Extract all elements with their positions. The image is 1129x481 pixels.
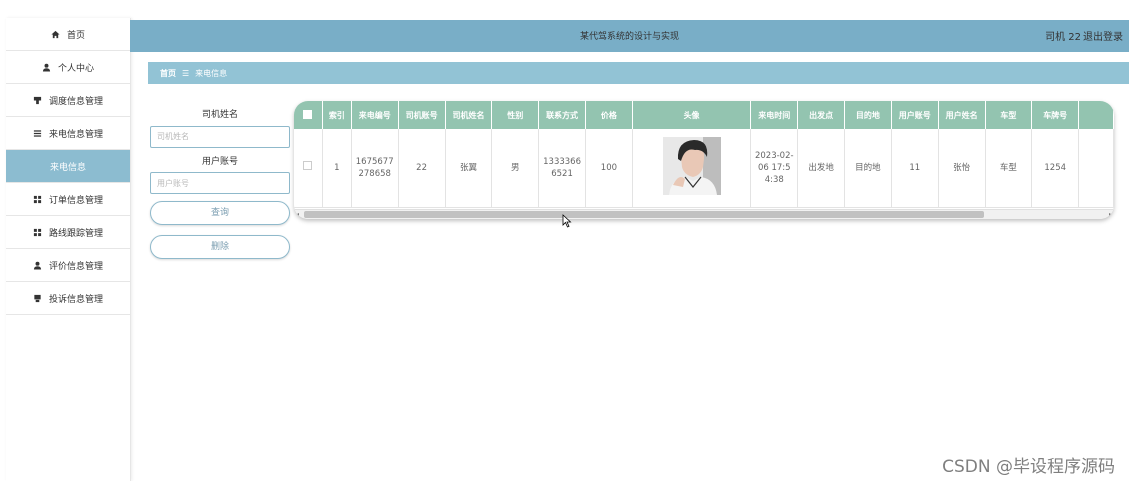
sidebar-item-complaint-manage[interactable]: 投诉信息管理 (6, 282, 130, 315)
user-icon (33, 260, 43, 270)
cell-car-model: 车型 (985, 129, 1033, 208)
cell-avatar (632, 129, 752, 208)
cell-driver-account: 22 (398, 129, 446, 208)
column-header: 头像 (632, 101, 752, 129)
scroll-right-icon[interactable]: ▸ (1109, 211, 1112, 218)
column-header: 用户姓名 (938, 101, 986, 129)
mouse-cursor-icon (562, 213, 572, 232)
dispatch-icon (33, 95, 43, 105)
print-icon (33, 293, 43, 303)
column-header: 来电编号 (351, 101, 399, 129)
sidebar-item-review-manage[interactable]: 评价信息管理 (6, 249, 130, 282)
table-header-row: 索引 来电编号 司机账号 司机姓名 性别 联系方式 价格 头像 来电时间 出发点… (294, 101, 1114, 129)
cell-destination: 目的地 (844, 129, 892, 208)
search-panel: 司机姓名 用户账号 查询 删除 (150, 104, 290, 259)
scroll-left-icon[interactable]: ◂ (296, 211, 299, 218)
column-header: 司机姓名 (445, 101, 493, 129)
sidebar-item-home[interactable]: 首页 (6, 18, 130, 51)
sidebar-item-label: 路线跟踪管理 (48, 228, 103, 239)
query-button[interactable]: 查询 (150, 201, 290, 225)
scroll-thumb[interactable] (304, 211, 984, 218)
column-header: 性别 (491, 101, 540, 129)
select-all-checkbox[interactable] (294, 101, 323, 129)
cell-price: 100 (585, 129, 633, 208)
sidebar-item-label: 投诉信息管理 (48, 294, 103, 305)
list-icon (33, 128, 43, 138)
column-header: 车牌号 (1031, 101, 1080, 129)
sidebar-item-profile[interactable]: 个人中心 (6, 51, 130, 84)
column-header: 出发点 (797, 101, 845, 129)
sidebar-item-label: 首页 (66, 30, 85, 41)
cell-departure: 出发地 (797, 129, 845, 208)
column-header: 索引 (322, 101, 352, 129)
table-row[interactable]: 1 1675677278658 22 张翼 男 13333666521 100 (294, 129, 1114, 208)
column-header: 车型 (985, 101, 1033, 129)
cell-user-name: 张怡 (938, 129, 986, 208)
sidebar-item-label: 来电信息 (49, 162, 86, 173)
sidebar-item-label: 个人中心 (57, 63, 94, 74)
breadcrumb-separator-icon: ☰ (182, 68, 190, 78)
sidebar-item-label: 来电信息管理 (48, 129, 103, 140)
breadcrumb: 首页 ☰ 来电信息 (148, 62, 1129, 84)
horizontal-scrollbar[interactable]: ◂ ▸ (294, 209, 1114, 219)
cell-index: 1 (322, 129, 352, 208)
grid-icon (33, 227, 43, 237)
data-table: 索引 来电编号 司机账号 司机姓名 性别 联系方式 价格 头像 来电时间 出发点… (294, 101, 1114, 219)
page-title: 某代驾系统的设计与实现 (579, 32, 679, 42)
avatar (662, 136, 721, 195)
user-icon (42, 62, 52, 72)
breadcrumb-home[interactable]: 首页 (160, 68, 176, 79)
sidebar-item-label: 订单信息管理 (48, 195, 103, 206)
user-account-input[interactable] (150, 172, 290, 194)
column-header: 联系方式 (538, 101, 586, 129)
column-header: 来电时间 (750, 101, 799, 129)
cell-phone: 13333666521 (538, 129, 586, 208)
sidebar-item-label: 评价信息管理 (48, 261, 103, 272)
sidebar-item-dispatch[interactable]: 调度信息管理 (6, 84, 130, 117)
column-header: 目的地 (844, 101, 892, 129)
sidebar-item-order-manage[interactable]: 订单信息管理 (6, 183, 130, 216)
driver-name-input[interactable] (150, 125, 290, 148)
top-bar: 某代驾系统的设计与实现 司机 22 退出登录 (130, 20, 1129, 52)
cell-driver-name: 张翼 (445, 129, 493, 208)
sidebar-item-call-manage[interactable]: 来电信息管理 (6, 117, 130, 150)
driver-name-label: 司机姓名 (201, 110, 238, 120)
cell-user-account: 11 (891, 129, 939, 208)
cell-call-time: 2023-02-06 17:54:38 (750, 129, 799, 208)
cell-gender: 男 (491, 129, 540, 208)
watermark: CSDN @毕设程序源码 (942, 457, 1115, 477)
column-header-empty (1078, 101, 1114, 129)
column-header: 司机账号 (398, 101, 446, 129)
sidebar-item-call-info[interactable]: 来电信息 (6, 150, 130, 183)
current-user: 司机 22 (1045, 32, 1081, 43)
row-checkbox[interactable] (294, 129, 323, 208)
column-header: 用户账号 (891, 101, 939, 129)
breadcrumb-current: 来电信息 (195, 68, 228, 78)
sidebar-item-route-tracking[interactable]: 路线跟踪管理 (6, 216, 130, 249)
cell-plate-number: 1254 (1031, 129, 1080, 208)
user-account-label: 用户账号 (201, 156, 238, 167)
sidebar: 首页 个人中心 调度信息管理 来电信息管理 来电信息 订单信息管理 路线跟踪管理 (6, 18, 131, 481)
delete-button[interactable]: 删除 (150, 235, 290, 259)
column-header: 价格 (585, 101, 633, 129)
cell-call-number: 1675677278658 (351, 129, 399, 208)
logout-button[interactable]: 退出登录 (1083, 28, 1129, 43)
grid-icon (33, 194, 43, 204)
cell-empty (1078, 129, 1114, 208)
sidebar-item-label: 调度信息管理 (48, 96, 103, 107)
home-icon (51, 29, 61, 39)
